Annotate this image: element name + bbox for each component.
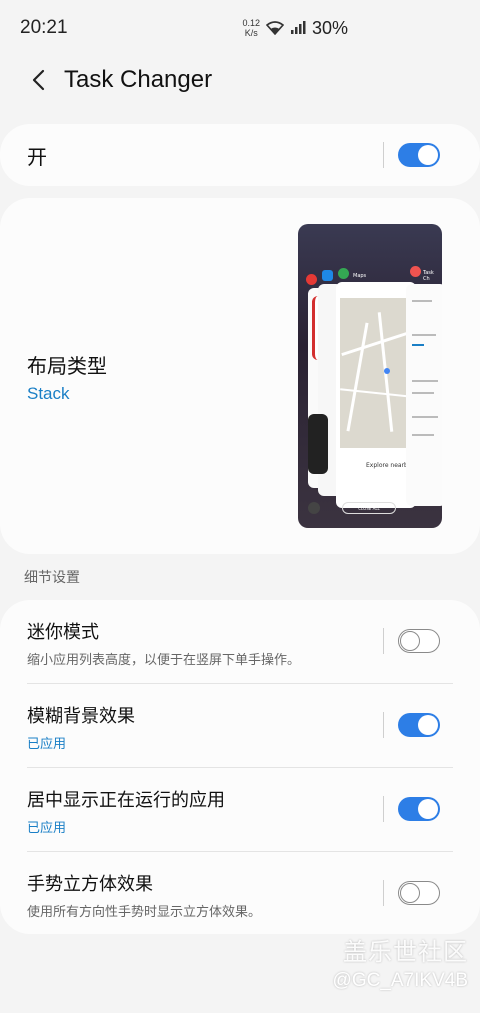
center-running-app-toggle[interactable]	[398, 797, 440, 821]
details-section-header: 细节设置	[24, 570, 80, 586]
signal-icon	[290, 21, 306, 35]
watermark-user: @GC_A7IKV4B	[332, 970, 468, 991]
setting-row-mini-mode[interactable]: 迷你模式 缩小应用列表高度，以便于在竖屏下单手操作。	[0, 600, 480, 683]
preview-explore-text: Explore nearby	[366, 462, 412, 469]
watermark-brand: 盖乐世社区	[343, 938, 468, 966]
setting-row-center-running-app[interactable]: 居中显示正在运行的应用 已应用	[0, 768, 480, 851]
preview-close-all: CLOSE ALL	[342, 502, 396, 514]
master-switch-label: 开	[27, 144, 47, 169]
setting-title: 居中显示正在运行的应用	[27, 790, 225, 811]
setting-title: 迷你模式	[27, 622, 99, 643]
mini-mode-toggle[interactable]	[398, 629, 440, 653]
setting-subtitle: 缩小应用列表高度，以便于在竖屏下单手操作。	[27, 653, 301, 668]
setting-status: 已应用	[27, 821, 67, 836]
app-bar: Task Changer	[0, 56, 480, 104]
status-time: 20:21	[20, 17, 68, 38]
master-toggle[interactable]	[398, 143, 440, 167]
preview-maps-caption: Maps	[353, 273, 367, 279]
task-changer-icon	[410, 266, 421, 277]
maps-icon	[338, 268, 349, 279]
app-icon	[322, 270, 333, 281]
battery-level: 30%	[311, 17, 348, 38]
preview-task-caption: Task Ch	[423, 270, 434, 282]
layout-type-value: Stack	[27, 384, 70, 403]
network-speed: 0.12 K/s	[242, 18, 260, 38]
status-bar: 20:21 0.12 K/s 30%	[0, 0, 480, 56]
back-arrow-icon	[32, 69, 45, 91]
setting-title: 模糊背景效果	[27, 706, 135, 727]
setting-subtitle: 使用所有方向性手势时显示立方体效果。	[27, 905, 262, 920]
wifi-icon	[265, 21, 284, 35]
gesture-cube-toggle[interactable]	[398, 881, 440, 905]
divider	[383, 142, 384, 168]
blur-background-toggle[interactable]	[398, 713, 440, 737]
back-button[interactable]	[14, 56, 62, 104]
network-speed-value: 0.12	[242, 18, 260, 28]
preview-menu-icon	[308, 502, 320, 514]
setting-title: 手势立方体效果	[27, 874, 153, 895]
preview-settings-card	[406, 284, 442, 506]
status-icons: 0.12 K/s 30%	[242, 18, 348, 39]
page-title: Task Changer	[64, 66, 213, 93]
setting-row-gesture-cube[interactable]: 手势立方体效果 使用所有方向性手势时显示立方体效果。	[0, 852, 480, 935]
setting-status: 已应用	[27, 737, 67, 752]
layout-type-title: 布局类型	[27, 354, 107, 378]
details-card: 迷你模式 缩小应用列表高度，以便于在竖屏下单手操作。 模糊背景效果 已应用 居中…	[0, 600, 480, 934]
network-speed-unit: K/s	[244, 28, 258, 38]
pinterest-icon	[306, 274, 317, 285]
preview-map-card: Explore nearby	[336, 282, 416, 508]
layout-type-card[interactable]: 布局类型 Stack Maps Task Ch Explore nearby C…	[0, 198, 480, 554]
setting-row-blur-background[interactable]: 模糊背景效果 已应用	[0, 684, 480, 767]
layout-preview-image: Maps Task Ch Explore nearby CLOSE ALL	[298, 224, 442, 528]
master-switch-card[interactable]: 开	[0, 124, 480, 186]
